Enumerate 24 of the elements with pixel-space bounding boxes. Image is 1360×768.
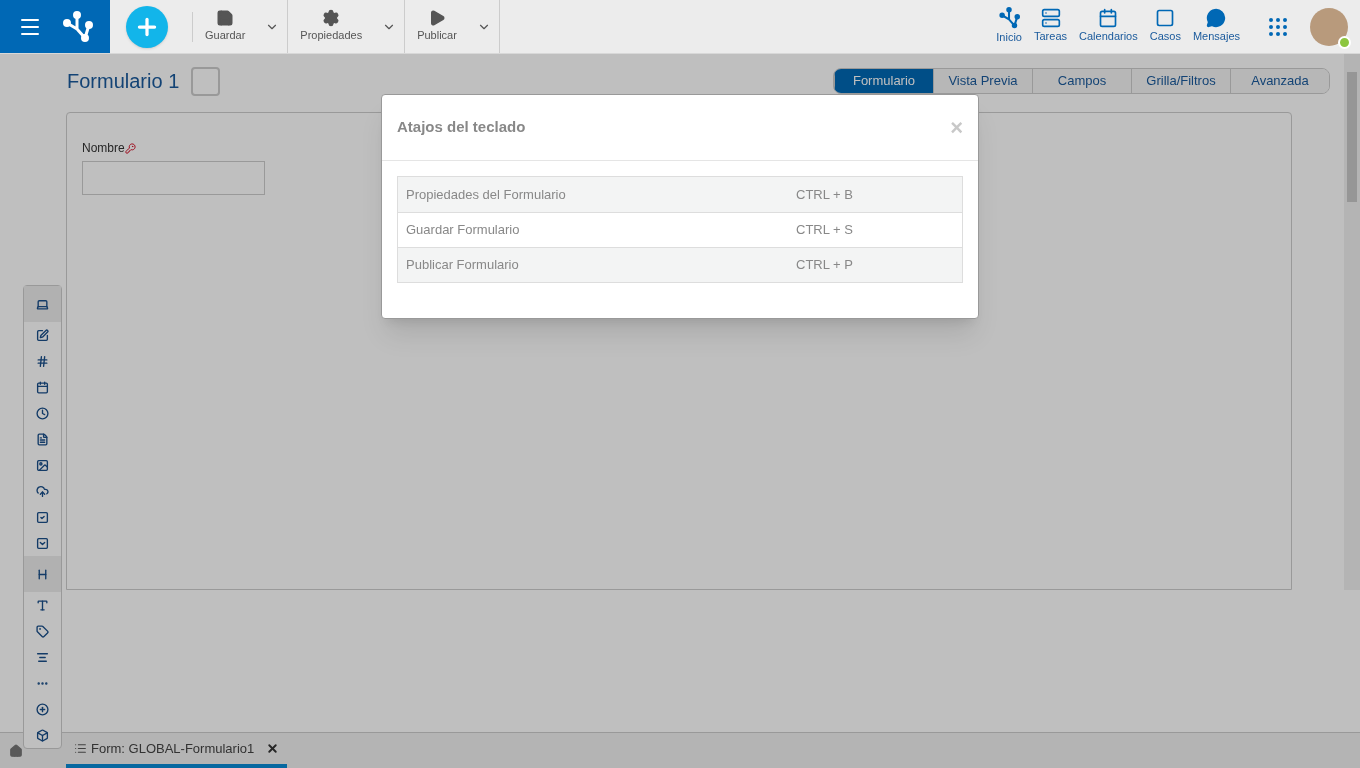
nav-item[interactable]: Calendarios xyxy=(1073,8,1144,45)
document-tab[interactable]: Form: GLOBAL-Formulario1 xyxy=(66,733,288,768)
nav-item[interactable]: Tareas xyxy=(1028,8,1074,45)
shortcut-keys: CTRL + S xyxy=(796,220,853,240)
shortcut-action: Propiedades del Formulario xyxy=(405,185,567,204)
shortcut-keys: CTRL + B xyxy=(796,184,853,205)
shortcut-action: Publicar Formulario xyxy=(405,256,520,275)
dialog-title: Atajos del teclado xyxy=(397,117,526,138)
shortcut-keys: CTRL + P xyxy=(796,255,853,275)
tab-label: Form: GLOBAL-Formulario1 xyxy=(91,739,255,758)
tab[interactable]: Grilla/Filtros xyxy=(1131,69,1230,93)
nav-item[interactable]: Mensajes xyxy=(1186,8,1246,45)
toolbar-button[interactable]: Propiedades xyxy=(288,9,375,44)
form-title: Formulario 1 xyxy=(67,69,180,94)
tab[interactable]: Vista Previa xyxy=(933,69,1032,93)
nav-item[interactable]: Inicio xyxy=(990,7,1028,46)
shortcut-action: Guardar Formulario xyxy=(405,221,521,240)
tab[interactable]: Campos xyxy=(1032,69,1131,93)
tab[interactable]: Formulario xyxy=(834,69,933,93)
toolbar-button[interactable]: Publicar xyxy=(405,9,469,44)
field-label: Nombre xyxy=(82,140,125,157)
nav-item[interactable]: Casos xyxy=(1143,8,1187,45)
tab[interactable]: Avanzada xyxy=(1230,69,1329,93)
toolbar-button[interactable]: Guardar xyxy=(193,9,258,44)
